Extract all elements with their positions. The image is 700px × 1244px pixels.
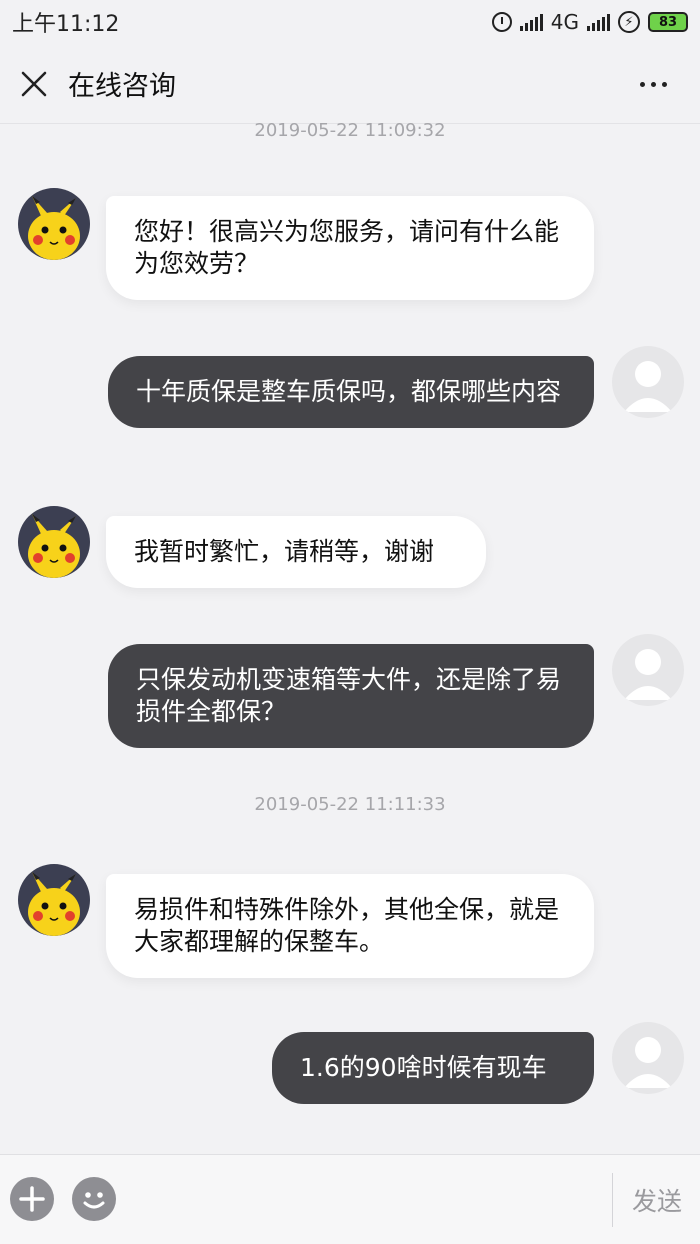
plus-icon (19, 1186, 45, 1212)
alarm-icon (491, 12, 512, 32)
send-button[interactable]: 发送 (614, 1155, 700, 1244)
close-button[interactable] (0, 44, 68, 124)
more-button[interactable] (628, 70, 678, 98)
emoji-icon (83, 1192, 105, 1209)
agent-avatar[interactable] (18, 188, 90, 260)
pikachu-avatar-icon (18, 188, 90, 260)
status-icons: 4G ⚡ 83 (491, 10, 688, 34)
battery-level: 83 (658, 14, 678, 30)
more-icon (639, 81, 645, 87)
status-time: 上午11:12 (12, 12, 120, 37)
nav-header: 在线咨询 (0, 44, 700, 124)
status-bar: 上午11:12 4G ⚡ 83 (0, 0, 700, 44)
user-message-bubble: 十年质保是整车质保吗，都保哪些内容 (108, 356, 594, 428)
user-avatar[interactable] (612, 1022, 684, 1094)
send-divider (612, 1173, 613, 1227)
user-avatar-icon (612, 1022, 684, 1094)
timestamp: 2019-05-22 11:09:32 (254, 120, 446, 141)
network-type: 4G (550, 10, 579, 34)
user-message-bubble: 1.6的90啥时候有现车 (272, 1032, 594, 1104)
signal-icon (519, 13, 543, 31)
timestamp: 2019-05-22 11:11:33 (254, 794, 446, 815)
emoji-button[interactable] (72, 1177, 116, 1221)
page-title: 在线咨询 (68, 71, 176, 102)
charging-icon: ⚡ (618, 11, 640, 33)
chat-area[interactable]: 2019-05-22 11:09:32 您好！很高兴为您服务，请问有什么能为您效… (0, 120, 700, 1154)
signal-icon-2 (587, 13, 610, 31)
agent-message-bubble: 易损件和特殊件除外，其他全保，就是大家都理解的保整车。 (106, 874, 594, 978)
battery-icon: 83 (648, 12, 688, 32)
user-message-bubble: 只保发动机变速箱等大件，还是除了易损件全都保？ (108, 644, 594, 748)
user-avatar-icon (612, 634, 684, 706)
agent-message-bubble: 我暂时繁忙，请稍等，谢谢 (106, 516, 486, 588)
user-avatar[interactable] (612, 634, 684, 706)
user-avatar-icon (612, 346, 684, 418)
pikachu-avatar-icon (18, 864, 90, 936)
close-icon (21, 71, 47, 96)
pikachu-avatar-icon (18, 506, 90, 578)
add-button[interactable] (10, 1177, 54, 1221)
agent-avatar[interactable] (18, 864, 90, 936)
input-bar: 发送 (0, 1154, 700, 1244)
agent-message-bubble: 您好！很高兴为您服务，请问有什么能为您效劳？ (106, 196, 594, 300)
user-avatar[interactable] (612, 346, 684, 418)
agent-avatar[interactable] (18, 506, 90, 578)
